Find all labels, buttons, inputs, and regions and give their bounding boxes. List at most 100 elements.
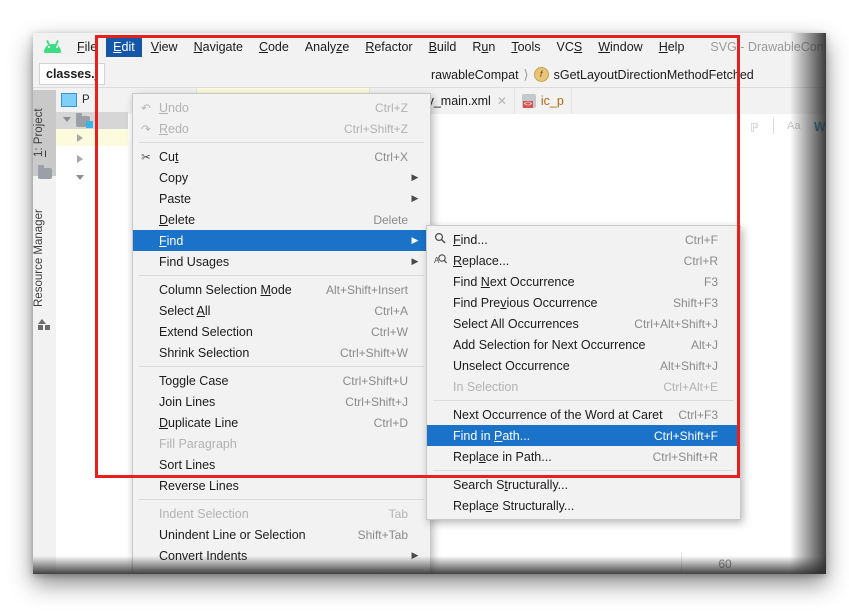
menu-item-in-selection[interactable]: In Selection Ctrl+Alt+E bbox=[427, 376, 740, 397]
aa-icon[interactable]: Aa bbox=[787, 120, 800, 132]
menu-separator bbox=[433, 470, 734, 471]
editor-tab-label: ic_p bbox=[540, 94, 564, 108]
menu-item-extend-selection[interactable]: Extend Selection Ctrl+W bbox=[133, 321, 430, 342]
window-title: SVG - DrawableCompat. bbox=[710, 40, 826, 54]
menu-item-join-lines[interactable]: Join Lines Ctrl+Shift+J bbox=[133, 391, 430, 412]
p-icon[interactable]: ℙ bbox=[750, 120, 759, 135]
submenu-arrow-icon: ▶ bbox=[411, 172, 419, 182]
menu-item-find-previous-occurrence[interactable]: Find Previous Occurrence Shift+F3 bbox=[427, 292, 740, 313]
menu-item-find-dialog[interactable]: Find... Ctrl+F bbox=[427, 229, 740, 250]
menu-item-shrink-selection[interactable]: Shrink Selection Ctrl+Shift+W bbox=[133, 342, 430, 363]
folder-icon bbox=[38, 165, 52, 179]
tree-expander-icon[interactable] bbox=[63, 117, 71, 122]
navbar-module-chip[interactable]: classes.j bbox=[39, 63, 106, 85]
close-icon[interactable]: ✕ bbox=[497, 94, 507, 108]
menubar-item-edit[interactable]: Edit bbox=[106, 37, 142, 57]
menu-item-add-selection-for-next-occurrence[interactable]: Add Selection for Next Occurrence Alt+J bbox=[427, 334, 740, 355]
menu-item-undo[interactable]: ↶ Undo Ctrl+Z bbox=[133, 97, 430, 118]
menu-item-next-occurrence-of-word-at-caret[interactable]: Next Occurrence of the Word at Caret Ctr… bbox=[427, 404, 740, 425]
menu-item-column-selection-mode[interactable]: Column Selection Mode Alt+Shift+Insert bbox=[133, 279, 430, 300]
menu-item-toggle-case[interactable]: Toggle Case Ctrl+Shift+U bbox=[133, 370, 430, 391]
project-window-icon bbox=[61, 93, 77, 107]
project-panel-title: P bbox=[82, 94, 90, 106]
project-tool-window: P bbox=[56, 88, 129, 574]
menubar-item-code[interactable]: Code bbox=[252, 37, 296, 57]
xml-layout-icon bbox=[521, 94, 536, 108]
search-icon bbox=[427, 232, 453, 247]
screenshot-root: File Edit View Navigate Code Analyze Ref… bbox=[0, 0, 849, 614]
menu-item-search-structurally[interactable]: Search Structurally... bbox=[427, 474, 740, 495]
menu-separator bbox=[139, 275, 424, 276]
menubar-item-run[interactable]: Run bbox=[465, 37, 502, 57]
menu-separator bbox=[433, 400, 734, 401]
menu-separator bbox=[139, 569, 424, 570]
menu-separator bbox=[139, 499, 424, 500]
sidebar-item-project[interactable]: 1: Project bbox=[33, 90, 56, 176]
menu-item-sort-lines[interactable]: Sort Lines bbox=[133, 454, 430, 475]
navigation-bar: classes.j rawableCompat ⟩ f sGetLayoutDi… bbox=[33, 61, 826, 88]
breadcrumb-class[interactable]: rawableCompat bbox=[431, 68, 519, 82]
menu-separator bbox=[139, 142, 424, 143]
tree-expander-icon[interactable] bbox=[76, 175, 84, 180]
menu-item-replace-in-path[interactable]: Replace in Path... Ctrl+Shift+R bbox=[427, 446, 740, 467]
menu-item-find[interactable]: Find ▶ bbox=[133, 230, 430, 251]
chevron-right-icon: ⟩ bbox=[523, 66, 529, 82]
menu-item-select-all-occurrences[interactable]: Select All Occurrences Ctrl+Alt+Shift+J bbox=[427, 313, 740, 334]
edit-dropdown-menu[interactable]: ↶ Undo Ctrl+Z ↷ Redo Ctrl+Shift+Z ✂ Cut Ctr… bbox=[132, 93, 431, 574]
menubar-item-view[interactable]: View bbox=[144, 37, 185, 57]
menubar-item-tools[interactable]: Tools bbox=[504, 37, 547, 57]
menu-item-copy[interactable]: Copy ▶ bbox=[133, 167, 430, 188]
menubar-item-refactor[interactable]: Refactor bbox=[358, 37, 419, 57]
breadcrumb-member[interactable]: sGetLayoutDirectionMethodFetched bbox=[554, 68, 754, 82]
menu-bar: File Edit View Navigate Code Analyze Ref… bbox=[33, 33, 826, 61]
bottom-size-label: 60 bbox=[718, 556, 732, 571]
menu-item-find-next-occurrence[interactable]: Find Next Occurrence F3 bbox=[427, 271, 740, 292]
menu-item-delete[interactable]: Delete Delete bbox=[133, 209, 430, 230]
menu-item-unindent-line-or-selection[interactable]: Unindent Line or Selection Shift+Tab bbox=[133, 524, 430, 545]
w-icon[interactable]: W bbox=[814, 120, 826, 134]
tool-window-stripe-left: 1: Project Resource Manager bbox=[33, 88, 57, 574]
menubar-item-vcs[interactable]: VCS bbox=[550, 37, 590, 57]
menu-item-cut[interactable]: ✂ Cut Ctrl+X bbox=[133, 146, 430, 167]
menu-item-replace-dialog[interactable]: A Replace... Ctrl+R bbox=[427, 250, 740, 271]
menu-separator bbox=[139, 366, 424, 367]
resource-icon bbox=[38, 318, 51, 330]
menubar-item-build[interactable]: Build bbox=[422, 37, 464, 57]
menu-item-unselect-occurrence[interactable]: Unselect Occurrence Alt+Shift+J bbox=[427, 355, 740, 376]
tree-expander-icon[interactable] bbox=[77, 155, 83, 163]
menubar-item-file[interactable]: File bbox=[70, 37, 104, 57]
menu-item-duplicate-line[interactable]: Duplicate Line Ctrl+D bbox=[133, 412, 430, 433]
redo-icon: ↷ bbox=[141, 123, 151, 136]
menubar-item-window[interactable]: Window bbox=[591, 37, 649, 57]
android-logo-icon bbox=[43, 39, 62, 54]
toolbar-divider bbox=[773, 118, 774, 134]
menubar-item-help[interactable]: Help bbox=[652, 37, 692, 57]
menu-item-fill-paragraph[interactable]: Fill Paragraph bbox=[133, 433, 430, 454]
tree-row-highlighted[interactable] bbox=[56, 129, 128, 146]
menu-item-indent-selection[interactable]: Indent Selection Tab bbox=[133, 503, 430, 524]
replace-icon: A bbox=[427, 253, 453, 268]
menu-item-paste[interactable]: Paste ▶ bbox=[133, 188, 430, 209]
menu-item-convert-indents[interactable]: Convert Indents ▶ bbox=[133, 545, 430, 566]
project-panel-header: P bbox=[56, 88, 128, 113]
menu-item-redo[interactable]: ↷ Redo Ctrl+Shift+Z bbox=[133, 118, 430, 139]
submenu-arrow-icon: ▶ bbox=[411, 193, 419, 203]
menubar-item-analyze[interactable]: Analyze bbox=[298, 37, 356, 57]
module-badge-icon bbox=[86, 121, 93, 128]
tree-expander-icon[interactable] bbox=[77, 134, 83, 142]
submenu-arrow-icon: ▶ bbox=[411, 550, 419, 560]
menu-item-find-in-path[interactable]: Find in Path... Ctrl+Shift+F bbox=[427, 425, 740, 446]
editor-tab-ic-p[interactable]: ic_p bbox=[515, 88, 572, 114]
menubar-item-navigate[interactable]: Navigate bbox=[187, 37, 250, 57]
field-icon: f bbox=[533, 67, 549, 82]
menu-item-reverse-lines[interactable]: Reverse Lines bbox=[133, 475, 430, 496]
menu-item-select-all[interactable]: Select All Ctrl+A bbox=[133, 300, 430, 321]
breadcrumb: rawableCompat ⟩ f sGetLayoutDirectionMet… bbox=[431, 61, 754, 88]
menu-item-replace-structurally[interactable]: Replace Structurally... bbox=[427, 495, 740, 516]
menu-item-macros[interactable]: Macros ▶ bbox=[133, 573, 430, 574]
find-submenu[interactable]: Find... Ctrl+F A Replace... Ctrl+R Find Ne… bbox=[426, 225, 741, 520]
menu-item-find-usages[interactable]: Find Usages ▶ bbox=[133, 251, 430, 272]
ide-window: File Edit View Navigate Code Analyze Ref… bbox=[33, 33, 826, 574]
submenu-arrow-icon: ▶ bbox=[411, 256, 419, 266]
sidebar-item-resource-manager[interactable]: Resource Manager bbox=[33, 193, 56, 323]
